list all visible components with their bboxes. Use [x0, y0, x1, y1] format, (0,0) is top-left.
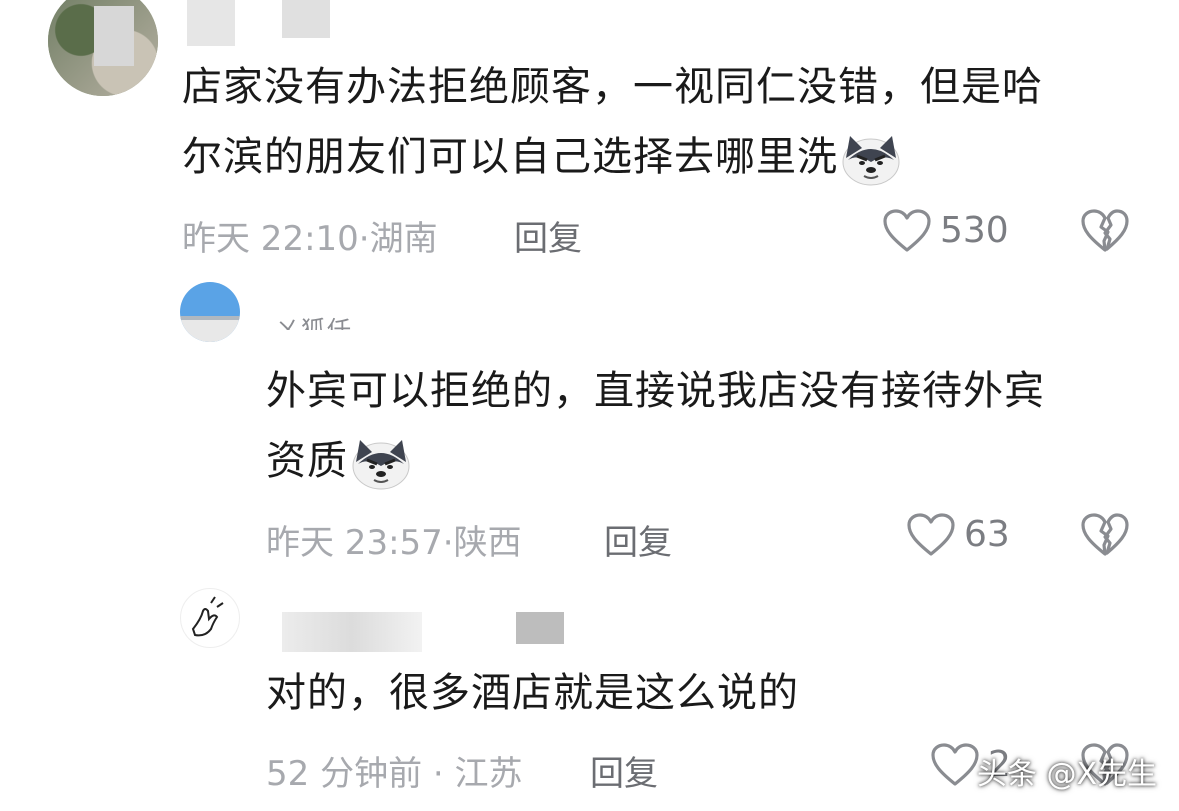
- comment-text: 外宾可以拒绝的，直接说我店没有接待外宾 资质: [266, 356, 1045, 496]
- location: 湖南: [369, 219, 438, 259]
- timestamp: 昨天 23:57: [266, 523, 443, 563]
- like-heart-icon[interactable]: [882, 208, 932, 254]
- comment-line: 店家没有办法拒绝顾客，一视同仁没错，但是哈: [182, 64, 1043, 110]
- like-heart-icon[interactable]: [930, 742, 980, 788]
- comment-meta: 昨天 22:10·湖南: [182, 219, 438, 259]
- location: 陕西: [453, 523, 522, 563]
- username-redacted: [516, 612, 564, 644]
- username-redacted[interactable]: [282, 612, 422, 652]
- like-count: 63: [964, 514, 1010, 555]
- avatar[interactable]: [180, 588, 240, 648]
- timestamp: 昨天 22:10: [182, 219, 359, 259]
- comment-line: 尔滨的朋友们可以自己选择去哪里洗: [182, 122, 1043, 192]
- reply-button[interactable]: 回复: [514, 211, 582, 260]
- username[interactable]: ㄨ狐仟: [275, 310, 353, 330]
- like-heart-icon[interactable]: [906, 512, 956, 558]
- reply-button[interactable]: 回复: [590, 746, 658, 795]
- hand-doodle-icon: [191, 596, 224, 637]
- watermark: 头条 @X先生: [976, 757, 1157, 792]
- username-redacted[interactable]: [187, 0, 235, 46]
- like-count: 530: [940, 210, 1009, 251]
- husky-emoji-icon: [842, 136, 900, 186]
- timestamp: 52 分钟前: [266, 754, 423, 794]
- comment-text: 店家没有办法拒绝顾客，一视同仁没错，但是哈 尔滨的朋友们可以自己选择去哪里洗: [182, 52, 1043, 192]
- username-redacted: [282, 0, 330, 38]
- comment-line: 对的，很多酒店就是这么说的: [266, 670, 799, 716]
- reply-button[interactable]: 回复: [604, 515, 672, 564]
- husky-emoji-icon: [352, 440, 410, 490]
- comment-meta: 昨天 23:57·陕西: [266, 523, 522, 563]
- avatar[interactable]: [180, 282, 240, 342]
- comment-line: 资质: [266, 426, 1045, 496]
- dislike-broken-heart-icon[interactable]: [1080, 208, 1130, 254]
- comment-meta: 52 分钟前 · 江苏: [266, 754, 523, 794]
- avatar[interactable]: [48, 0, 158, 96]
- dislike-broken-heart-icon[interactable]: [1080, 512, 1130, 558]
- comment-text: 对的，很多酒店就是这么说的: [266, 658, 799, 728]
- location: 江苏: [454, 754, 523, 794]
- comment-line: 外宾可以拒绝的，直接说我店没有接待外宾: [266, 368, 1045, 414]
